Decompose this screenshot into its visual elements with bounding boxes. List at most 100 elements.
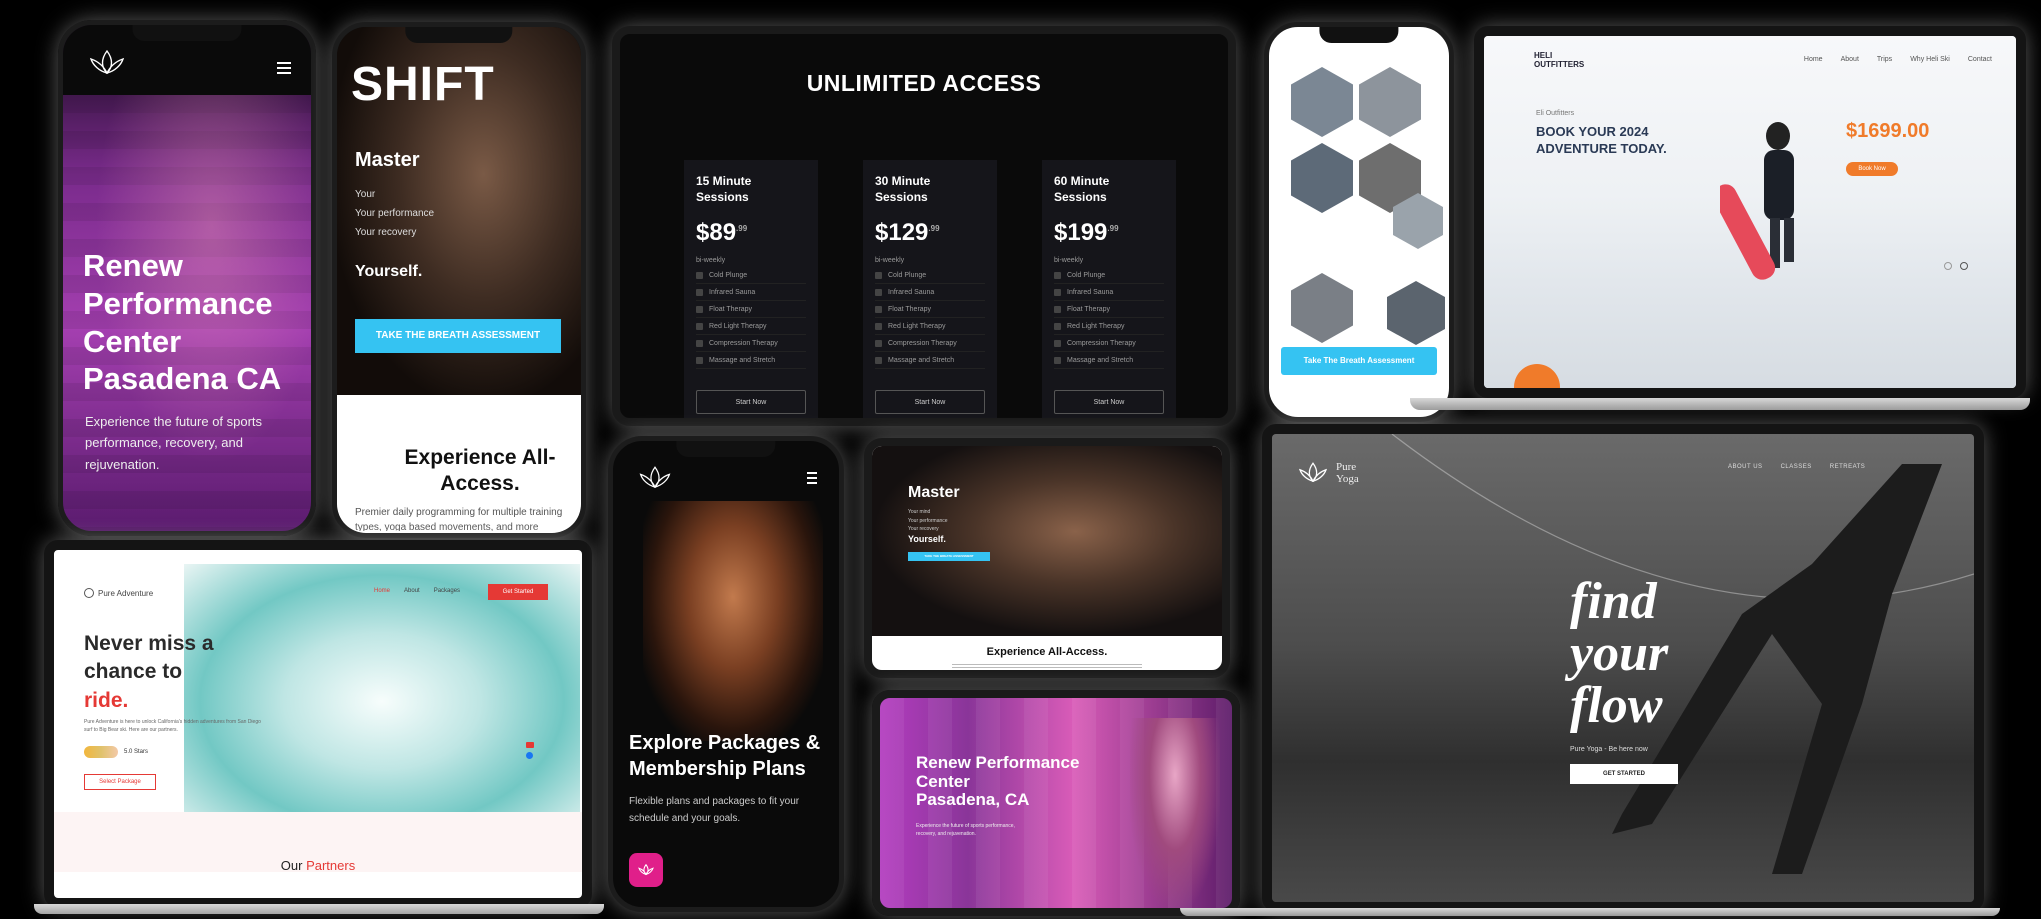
nav-link[interactable]: Home [1804,56,1823,63]
fab-button[interactable] [629,853,663,887]
hero-lines: Your mind Your performance Your recovery [908,509,948,532]
nav-link[interactable]: CLASSES [1781,464,1812,470]
hero-body: Pure Adventure is here to unlock Califor… [84,719,261,733]
feature-item: Compression Therapy [1054,340,1164,353]
team-phone-mockup: Take The Breath Assessment [1264,22,1454,422]
check-icon [696,306,703,314]
social-icons [526,742,534,759]
feature-item: Infrared Sauna [1054,289,1164,302]
check-icon [696,289,703,297]
nav-link[interactable]: About [404,588,420,594]
phone-notch [676,441,776,457]
get-started-button[interactable]: Get Started [488,584,548,600]
heli-laptop-mockup: HELI OUTFITTERS Home About Trips Why Hel… [1474,26,2026,398]
hero-title: Renew Performance Center Pasadena CA [83,248,282,397]
lotus-logo-icon [639,466,671,488]
partners-title: Our Partners [280,858,356,873]
breath-assessment-button[interactable]: TAKE THE BREATH ASSESSMENT [355,319,561,353]
pricing-card-30: 30 Minute Sessions $129.99 bi-weekly Cold… [863,160,997,418]
nav-link[interactable]: ABOUT US [1728,464,1763,470]
slider-dots[interactable] [1944,262,1968,270]
feature-item: Infrared Sauna [875,289,985,302]
check-icon [1054,323,1061,331]
breath-assessment-button[interactable]: TAKE THE BREATH ASSESSMENT [908,552,990,561]
logo-icon [84,588,94,598]
nav-link[interactable]: About [1841,56,1859,63]
yoga-nav: ABOUT US CLASSES RETREATS [1728,464,1865,470]
shift-logo: SHIFT [351,58,495,111]
select-package-button[interactable]: Select Package [84,774,156,790]
trip-price: $1699.00 [1846,120,1930,142]
hero-image [643,501,823,741]
feature-item: Red Light Therapy [1054,323,1164,336]
hero-subtitle: Experience the future of sports performa… [916,823,1015,837]
feature-item: Cold Plunge [1054,272,1164,285]
start-now-button[interactable]: Start Now [1054,390,1164,414]
lotus-logo-icon [1298,462,1328,483]
check-icon [1054,272,1061,280]
check-icon [875,289,882,297]
hero-subtitle: Experience the future of sports performa… [85,414,263,472]
hero-lines: Your Your performance Your recovery [355,189,435,238]
team-photo-grid [1279,63,1445,353]
card-price: $199.99 [1054,219,1119,247]
team-photo [1359,67,1421,137]
hero-title: Renew Performance Center Pasadena, CA [916,753,1080,810]
book-now-button[interactable]: Book Now [1846,162,1898,176]
phone-notch [1319,27,1399,43]
menu-icon[interactable] [277,59,291,77]
nav-link[interactable]: Trips [1877,56,1892,63]
team-photo [1387,281,1445,345]
nav-link[interactable]: Packages [434,588,460,594]
hero-body: Flexible plans and packages to fit your … [629,796,800,824]
menu-icon[interactable] [807,469,817,487]
card-name: 30 Minute Sessions [875,174,931,204]
card-period: bi-weekly [875,257,905,265]
yoga-logo: Pure Yoga [1296,460,1359,486]
hero-tagline: Pure Yoga - Be here now [1570,746,1648,753]
snowboarder-figure [1720,122,1794,280]
feature-list: Cold Plunge Infrared Sauna Float Therapy… [696,272,806,370]
team-photo [1291,273,1353,343]
feature-item: Float Therapy [696,306,806,319]
section-title: Experience All-Access. [404,446,556,496]
facebook-icon[interactable] [526,752,533,759]
nav-link[interactable]: Contact [1968,56,1992,63]
feature-item: Float Therapy [875,306,985,319]
rating-badge: 5.0 Stars [84,746,148,758]
check-icon [1054,306,1061,314]
laptop-base [34,904,604,914]
check-icon [696,323,703,331]
check-icon [1054,340,1061,348]
renew-tablet-mockup: Renew Performance Center Pasadena, CA Ex… [872,690,1240,916]
feature-item: Compression Therapy [696,340,806,353]
renew-phone-mockup: Renew Performance Center Pasadena CA Exp… [58,20,316,536]
hero-title: Explore Packages & Membership Plans [629,732,821,780]
nav-link[interactable]: Why Heli Ski [1910,56,1950,63]
shift-phone-mockup: SHIFT Master Your Your performance Your … [332,22,586,538]
feature-item: Red Light Therapy [696,323,806,336]
feature-item: Red Light Therapy [875,323,985,336]
start-now-button[interactable]: Start Now [875,390,985,414]
nav-link[interactable]: RETREATS [1830,464,1866,470]
feature-list: Cold Plunge Infrared Sauna Float Therapy… [875,272,985,370]
start-now-button[interactable]: Start Now [696,390,806,414]
top-nav: Home About Packages [374,588,460,594]
youtube-icon[interactable] [526,742,534,748]
feature-item: Cold Plunge [875,272,985,285]
hero-headline: Never miss a chance to ride. [84,632,214,712]
feature-item: Compression Therapy [875,340,985,353]
card-name: 60 Minute Sessions [1054,174,1110,204]
card-period: bi-weekly [696,257,726,265]
check-icon [875,323,882,331]
nav-link[interactable]: Home [374,588,390,594]
get-started-button[interactable]: GET STARTED [1570,764,1678,784]
section-title: Experience All-Access. [986,646,1108,658]
feature-item: Massage and Stretch [875,357,985,370]
pure-yoga-laptop-mockup: Pure Yoga ABOUT US CLASSES RETREATS find… [1262,424,1984,912]
phone-notch [132,25,242,41]
breath-assessment-button[interactable]: Take The Breath Assessment [1281,347,1437,375]
hero-headline: BOOK YOUR 2024 ADVENTURE TODAY. [1536,124,1667,156]
card-price: $129.99 [875,219,940,247]
hero-yourself: Yourself. [908,534,946,544]
